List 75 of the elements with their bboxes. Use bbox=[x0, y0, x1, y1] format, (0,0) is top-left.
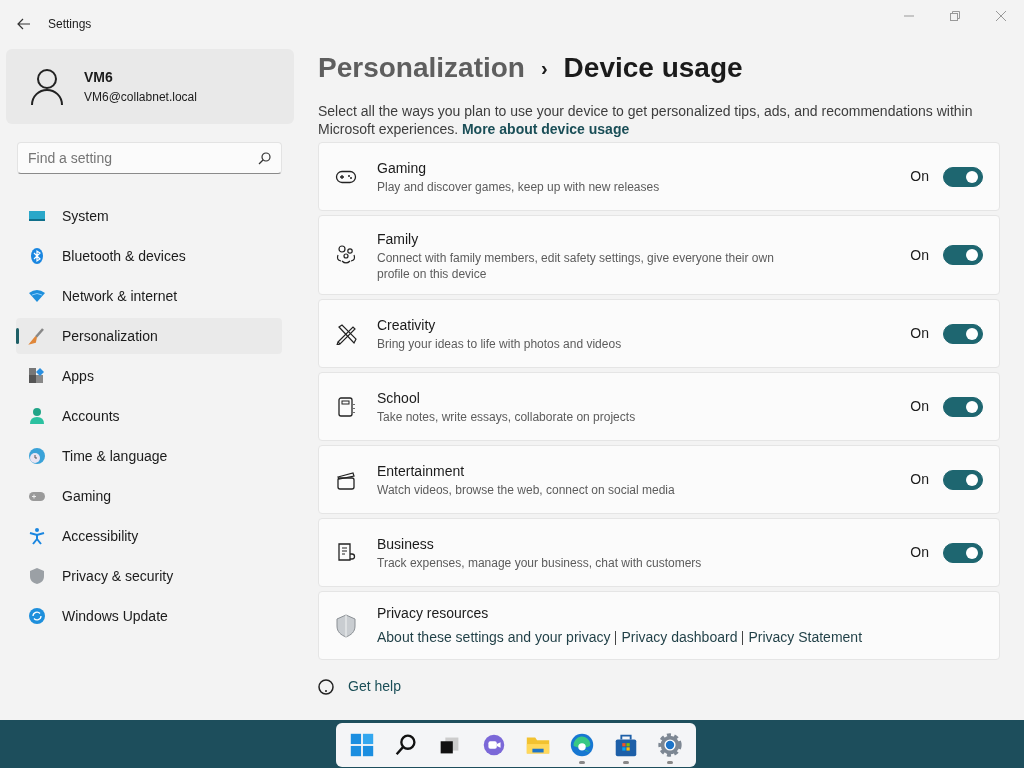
toggle-state-label: On bbox=[910, 543, 929, 562]
sync-icon bbox=[28, 607, 46, 625]
sidebar-item[interactable]: Accessibility bbox=[16, 518, 282, 554]
toggle-state-label: On bbox=[910, 167, 929, 186]
gear-icon bbox=[656, 731, 684, 759]
receipt-icon bbox=[335, 541, 357, 564]
person-icon bbox=[28, 407, 46, 425]
privacy-title: Privacy resources bbox=[377, 603, 490, 623]
running-indicator bbox=[579, 761, 585, 764]
shield-icon bbox=[28, 567, 46, 585]
start-icon bbox=[348, 731, 376, 759]
back-arrow-icon bbox=[17, 18, 31, 30]
shield-icon bbox=[335, 613, 357, 638]
sidebar-item[interactable]: Personalization bbox=[16, 318, 282, 354]
sidebar-item[interactable]: System bbox=[16, 198, 282, 234]
bluetooth-icon bbox=[28, 247, 46, 265]
breadcrumb-parent[interactable]: Personalization bbox=[318, 47, 525, 89]
browser-icon bbox=[568, 731, 596, 759]
sidebar-item[interactable]: Network & internet bbox=[16, 278, 282, 314]
toggle-switch[interactable] bbox=[943, 469, 983, 490]
intro-text: Select all the ways you plan to use your device to get personalized tips, ads, and recommendations within Microsoft experiences. More about device usage bbox=[318, 102, 974, 138]
search-field[interactable]: Find a setting bbox=[17, 142, 282, 174]
sidebar-item[interactable]: Windows Update bbox=[16, 598, 282, 634]
account-name: VM6 bbox=[84, 68, 114, 87]
usage-description: Bring your ideas to life with photos and videos bbox=[377, 336, 622, 352]
toggle-switch[interactable] bbox=[943, 542, 983, 563]
device-usage-link[interactable]: More about device usage bbox=[461, 121, 630, 137]
usage-title: Creativity bbox=[377, 316, 437, 335]
account-email: VM6@collabnet.local bbox=[84, 89, 197, 106]
pencil-ruler-icon bbox=[335, 322, 357, 345]
usage-title: Gaming bbox=[377, 159, 428, 178]
restore-icon bbox=[950, 11, 960, 21]
usage-description: Play and discover games, keep up with new releases bbox=[377, 179, 660, 195]
privacy-link[interactable]: Privacy Statement bbox=[748, 627, 863, 649]
paintbrush-icon bbox=[28, 327, 46, 345]
usage-description: Watch videos, browse the web, connect on social media bbox=[377, 482, 675, 498]
user-avatar-icon bbox=[30, 67, 64, 106]
search-icon bbox=[258, 152, 271, 165]
close-icon bbox=[996, 11, 1006, 21]
help-icon bbox=[318, 678, 334, 695]
usage-description: Connect with family members, edit safety settings, give everyone their own profile on this device bbox=[377, 249, 775, 282]
toggle-switch[interactable] bbox=[943, 323, 983, 344]
sidebar-item[interactable]: Time & language bbox=[16, 438, 282, 474]
toggle-state-label: On bbox=[910, 324, 929, 343]
running-indicator bbox=[623, 761, 629, 764]
privacy-link[interactable]: About these settings and your privacy bbox=[377, 627, 611, 649]
usage-description: Take notes, write essays, collaborate on projects bbox=[377, 409, 636, 425]
toggle-switch[interactable] bbox=[943, 396, 983, 417]
usage-title: Entertainment bbox=[377, 462, 466, 481]
usage-title: School bbox=[377, 389, 421, 408]
toggle-state-label: On bbox=[910, 397, 929, 416]
window-title: Settings bbox=[48, 16, 92, 33]
globe-clock-icon bbox=[28, 447, 46, 465]
sidebar-item[interactable]: Accounts bbox=[16, 398, 282, 434]
usage-description: Track expenses, manage your business, chat with customers bbox=[377, 555, 702, 571]
notebook-icon bbox=[335, 395, 357, 418]
sidebar-item[interactable]: Gaming bbox=[16, 478, 282, 514]
usage-title: Business bbox=[377, 535, 435, 554]
running-indicator bbox=[667, 761, 673, 764]
page-title: Device usage bbox=[563, 51, 743, 85]
toggle-switch[interactable] bbox=[943, 166, 983, 187]
sidebar-item[interactable]: Apps bbox=[16, 358, 282, 394]
get-help-link[interactable]: Get help bbox=[348, 676, 401, 697]
sidebar-item[interactable]: Privacy & security bbox=[16, 558, 282, 594]
toggle-state-label: On bbox=[910, 470, 929, 489]
account-card[interactable]: VM6 VM6@collabnet.local bbox=[6, 49, 294, 124]
toggle-state-label: On bbox=[910, 245, 929, 265]
usage-title: Family bbox=[377, 229, 420, 249]
accessibility-icon bbox=[28, 527, 46, 545]
sidebar-item[interactable]: Bluetooth & devices bbox=[16, 238, 282, 274]
breadcrumb-separator: › bbox=[540, 56, 548, 81]
apps-icon bbox=[28, 367, 46, 385]
toggle-switch[interactable] bbox=[943, 245, 983, 265]
privacy-link[interactable]: Privacy dashboard bbox=[621, 627, 738, 649]
people-icon bbox=[335, 244, 357, 266]
